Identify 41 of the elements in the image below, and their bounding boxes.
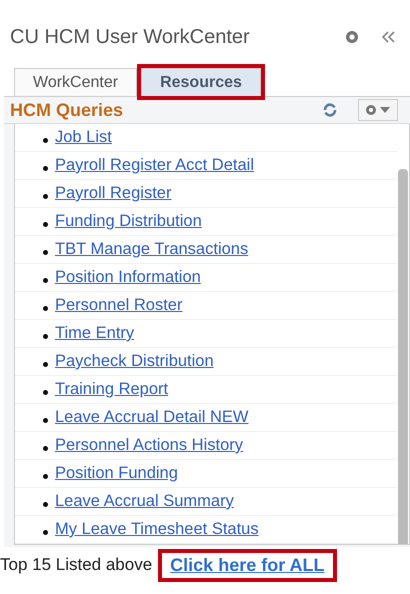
query-link[interactable]: Payroll Register: [55, 184, 172, 203]
bullet-icon: [43, 474, 48, 479]
bullet-icon: [43, 166, 48, 171]
footer-text: Top 15 Listed above: [0, 555, 152, 575]
query-link[interactable]: My Leave Timesheet Status: [55, 520, 259, 539]
query-link[interactable]: Position Funding: [55, 464, 178, 483]
query-link[interactable]: Job List: [55, 128, 112, 147]
bullet-icon: [43, 334, 48, 339]
query-link[interactable]: Position Information: [55, 268, 201, 287]
bullet-icon: [43, 502, 48, 507]
query-link[interactable]: Funding Distribution: [55, 212, 202, 231]
bullet-icon: [43, 390, 48, 395]
bullet-icon: [43, 418, 48, 423]
bullet-icon: [43, 530, 48, 535]
query-link[interactable]: TBT Manage Transactions: [55, 240, 248, 259]
bullet-icon: [43, 250, 48, 255]
bullet-icon: [43, 138, 48, 143]
bullet-icon: [43, 362, 48, 367]
bullet-icon: [43, 278, 48, 283]
query-link[interactable]: Leave Accrual Summary: [55, 492, 234, 511]
query-link[interactable]: Personnel Actions History: [55, 436, 244, 455]
gear-caret-icon: [365, 104, 391, 116]
tab[interactable]: WorkCenter: [14, 68, 138, 96]
query-link[interactable]: Payroll Register Acct Detail: [55, 156, 254, 175]
query-link[interactable]: Personnel Roster: [55, 296, 182, 315]
collapse-icon[interactable]: [382, 31, 396, 43]
bullet-icon: [43, 222, 48, 227]
query-link[interactable]: Time Entry: [55, 324, 134, 343]
query-link[interactable]: Leave Accrual Detail NEW: [55, 408, 248, 427]
scrollbar-thumb[interactable]: [398, 169, 408, 544]
settings-icon[interactable]: [344, 29, 360, 45]
options-button[interactable]: [358, 99, 398, 121]
query-link[interactable]: Training Report: [55, 380, 168, 399]
bullet-icon: [43, 306, 48, 311]
workcenter-title: CU HCM User WorkCenter: [10, 26, 251, 48]
bullet-icon: [43, 446, 48, 451]
refresh-icon[interactable]: [322, 102, 338, 118]
all-link[interactable]: Click here for ALL: [158, 548, 337, 582]
bullet-icon: [43, 194, 48, 199]
query-link[interactable]: Paycheck Distribution: [55, 352, 214, 371]
pagelet-title: HCM Queries: [10, 100, 124, 120]
